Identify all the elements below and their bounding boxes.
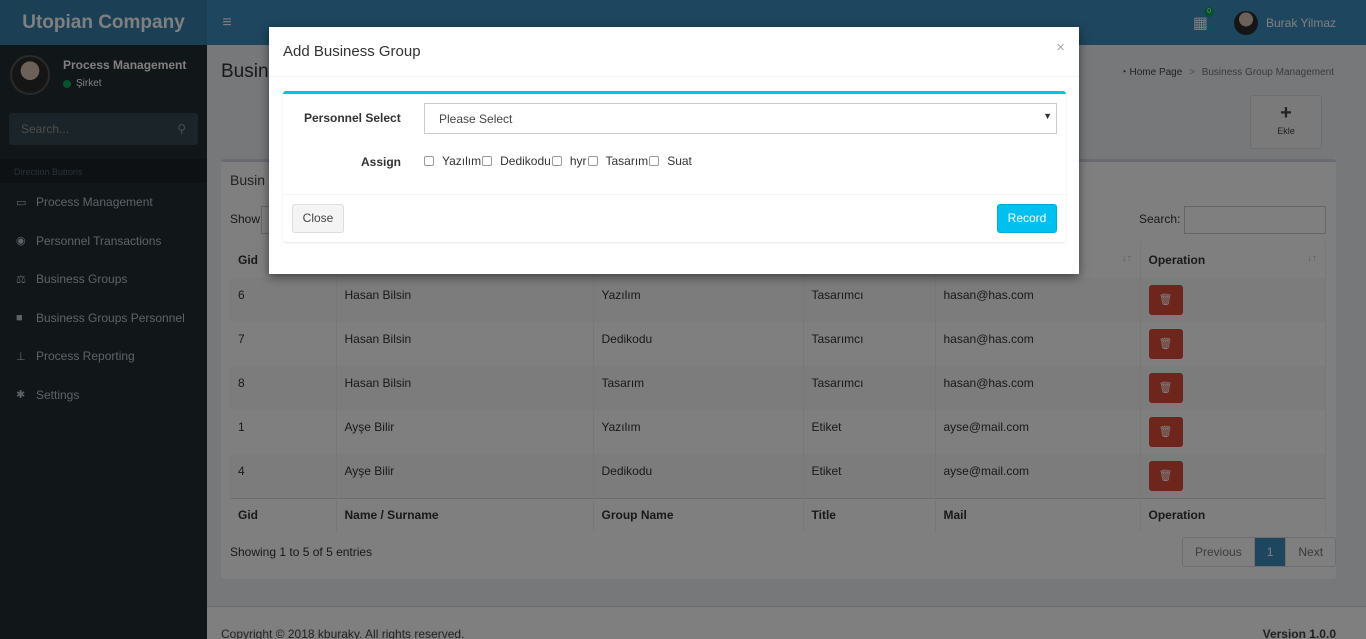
checkbox[interactable] xyxy=(587,156,598,166)
form-footer: Close Record xyxy=(283,194,1066,242)
checkbox[interactable] xyxy=(482,156,493,166)
assign-checkbox-group: Yazılım Dedikodu hyr Tasarım Suat xyxy=(424,154,693,168)
close-button[interactable]: Close xyxy=(292,204,344,233)
assign-option[interactable]: hyr xyxy=(551,154,588,168)
checkbox-label: Dedikodu xyxy=(500,154,551,168)
assign-label: Assign xyxy=(361,155,402,169)
assign-option[interactable]: Suat xyxy=(649,154,693,168)
checkbox-label: Tasarım xyxy=(605,154,649,168)
select-value: Please Select xyxy=(439,112,513,126)
personnel-select[interactable]: Please Select ▼ xyxy=(424,103,1057,134)
form-box: Personnel Select Please Select ▼ Assign … xyxy=(283,91,1066,242)
assign-option[interactable]: Tasarım xyxy=(587,154,650,168)
record-button[interactable]: Record xyxy=(997,204,1057,233)
checkbox[interactable] xyxy=(424,156,434,166)
checkbox-label: Suat xyxy=(667,154,692,168)
checkbox[interactable] xyxy=(649,156,660,166)
modal-header: Add Business Group × xyxy=(269,27,1079,77)
checkbox-label: hyr xyxy=(569,154,587,168)
assign-option[interactable]: Dedikodu xyxy=(482,154,552,168)
checkbox[interactable] xyxy=(551,156,562,166)
assign-option[interactable]: Yazılım xyxy=(424,154,482,168)
modal-title: Add Business Group xyxy=(283,43,421,60)
checkbox-label: Yazılım xyxy=(442,154,482,168)
personnel-select-label: Personnel Select xyxy=(304,111,401,125)
add-business-group-modal: Add Business Group × Personnel Select Pl… xyxy=(269,27,1079,274)
chevron-down-icon: ▼ xyxy=(1043,111,1052,121)
close-icon[interactable]: × xyxy=(1056,39,1065,56)
